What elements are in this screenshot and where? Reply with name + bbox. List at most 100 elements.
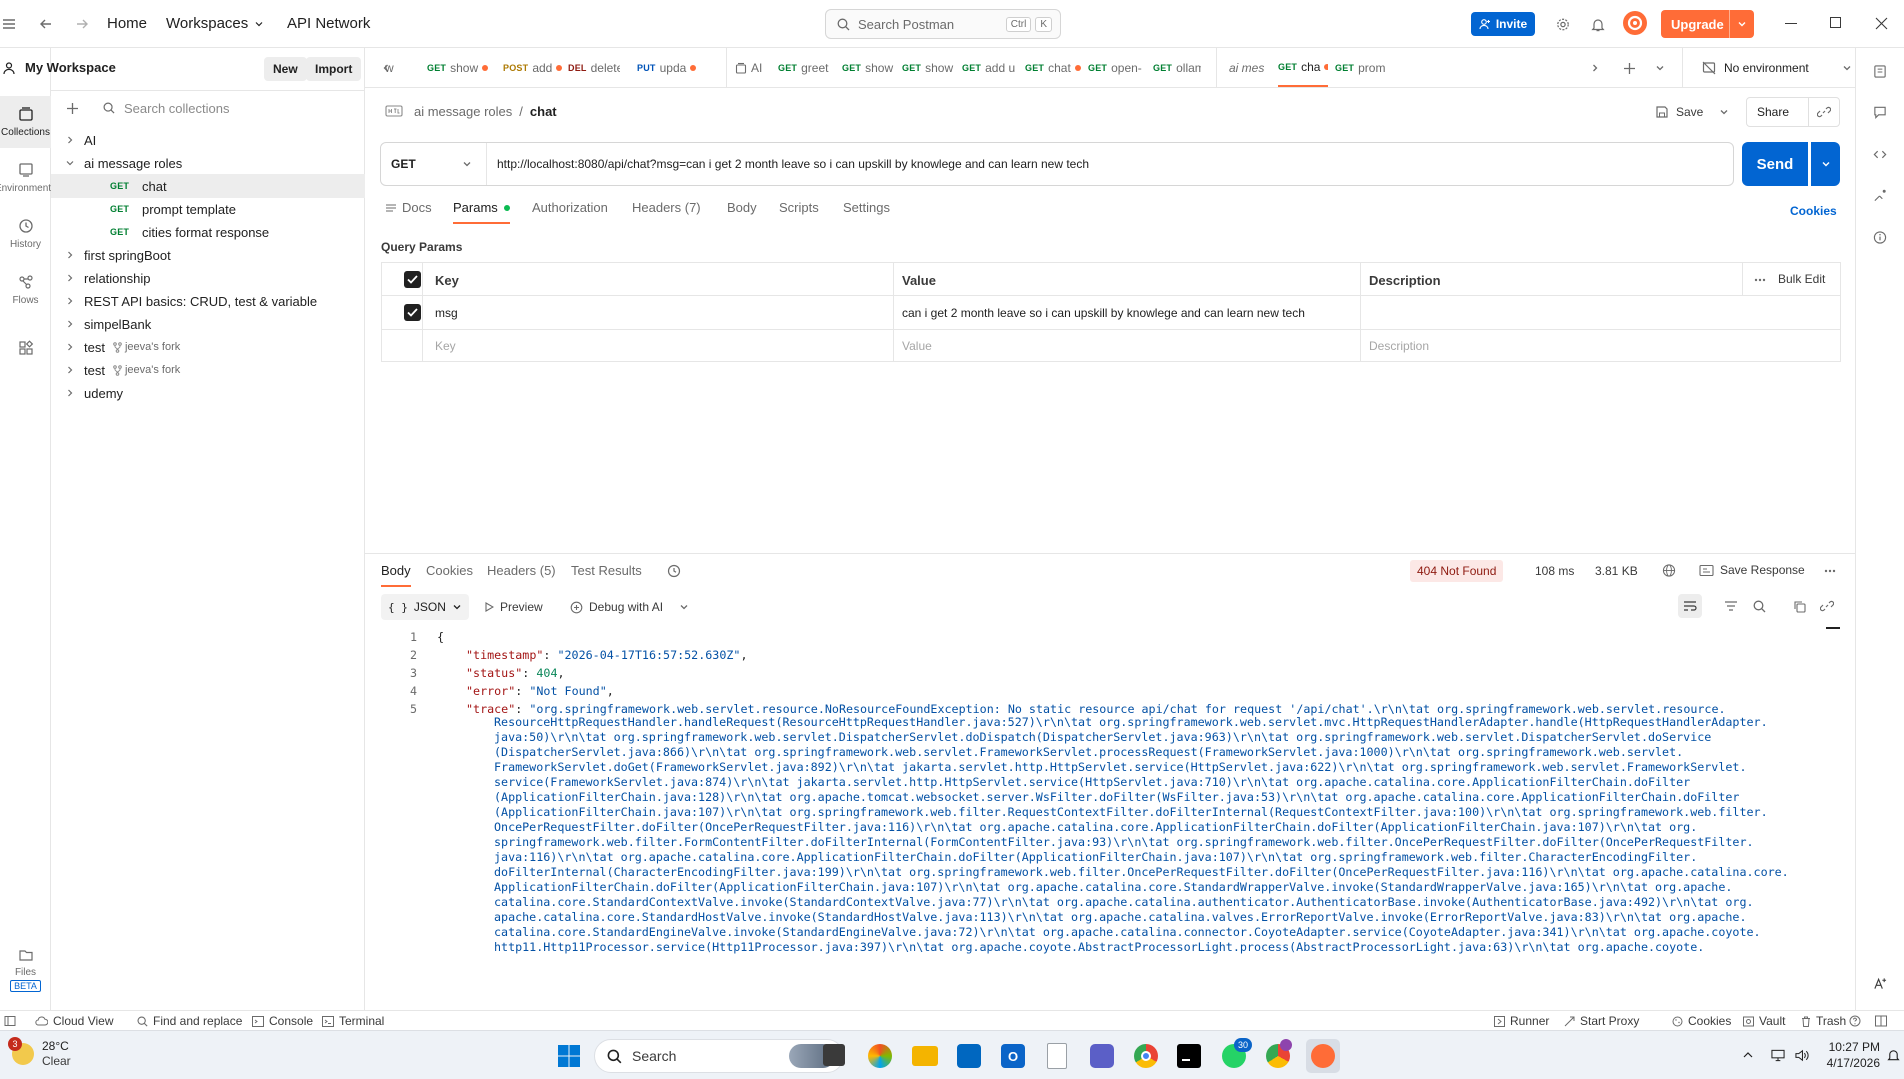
method-select[interactable]: GET [381, 143, 487, 185]
network-icon[interactable] [1771, 1048, 1785, 1062]
settings-gear-icon[interactable] [1556, 17, 1570, 31]
rail-configure-workbench[interactable] [0, 322, 51, 374]
weather-widget[interactable]: 3 28°C Clear [8, 1037, 71, 1069]
rail-history[interactable]: History [0, 208, 51, 260]
help-icon[interactable] [1848, 1014, 1862, 1028]
system-clock[interactable]: 10:27 PM 4/17/2026 [1820, 1039, 1880, 1071]
nav-home[interactable]: Home [107, 15, 147, 32]
cookies-link[interactable]: Cookies [1790, 204, 1837, 218]
request-chat[interactable]: GET chat [51, 174, 365, 198]
tab-body[interactable]: Body [727, 200, 757, 215]
ai-assistant-icon[interactable] [1873, 976, 1887, 990]
search-icon[interactable] [1752, 599, 1766, 613]
response-history-icon[interactable] [667, 564, 681, 578]
minimize-window-icon[interactable] [1785, 23, 1797, 24]
notification-bell-icon[interactable] [1591, 17, 1605, 31]
info-icon[interactable] [1873, 230, 1887, 244]
taskbar-search[interactable]: Search [594, 1039, 844, 1073]
collection-udemy[interactable]: udemy [51, 381, 365, 405]
send-options-button[interactable] [1811, 142, 1840, 186]
microsoft-store-icon[interactable] [957, 1044, 981, 1068]
bulk-edit-button[interactable]: Bulk Edit [1778, 272, 1825, 286]
trash-button[interactable]: Trash [1801, 1014, 1846, 1028]
tab-docs[interactable]: Docs [385, 200, 432, 215]
vault-button[interactable]: Vault [1743, 1014, 1785, 1028]
rail-environments[interactable]: Environments [0, 152, 51, 204]
request-tab[interactable]: PUT upda [637, 48, 705, 87]
response-tab-body[interactable]: Body [381, 563, 411, 587]
collection-relationship[interactable]: relationship [51, 266, 365, 290]
chevron-right-icon[interactable] [1588, 61, 1602, 75]
select-all-checkbox[interactable] [404, 271, 421, 288]
console-button[interactable]: Console [252, 1014, 313, 1028]
save-options-chevron-icon[interactable] [1717, 105, 1731, 119]
request-tab[interactable]: GET show [427, 48, 497, 87]
tab-headers[interactable]: Headers (7) [632, 200, 701, 215]
environment-selector[interactable]: No environment [1702, 48, 1852, 87]
postman-taskbar-active[interactable] [1306, 1039, 1340, 1073]
request-tab[interactable]: GET show [842, 48, 897, 87]
collection-ai[interactable]: AI [51, 128, 365, 152]
new-button[interactable]: New [264, 57, 307, 81]
more-options-icon[interactable] [1753, 273, 1767, 287]
maximize-window-icon[interactable] [1830, 17, 1841, 28]
tab-params[interactable]: Params [453, 200, 510, 224]
request-tab[interactable]: AI [726, 48, 764, 87]
find-replace-button[interactable]: Find and replace [137, 1014, 242, 1028]
filter-icon[interactable] [1724, 599, 1738, 613]
search-postman[interactable]: Search Postman Ctrl K [825, 9, 1061, 39]
tab-scripts[interactable]: Scripts [779, 200, 819, 215]
show-hidden-icons-chevron[interactable] [1741, 1048, 1755, 1062]
param-key[interactable]: msg [435, 306, 458, 320]
breadcrumb-parent[interactable]: ai message roles [414, 104, 512, 119]
response-tab-cookies[interactable]: Cookies [426, 563, 473, 578]
request-tab[interactable]: GET open- [1088, 48, 1143, 87]
request-prompt-template[interactable]: GET prompt template [51, 197, 365, 221]
notepad-icon[interactable] [1047, 1043, 1067, 1069]
tab-settings[interactable]: Settings [843, 200, 890, 215]
request-cities-format-response[interactable]: GET cities format response [51, 220, 365, 244]
collection-first-springboot[interactable]: first springBoot [51, 243, 365, 267]
workspace-name[interactable]: My Workspace [25, 60, 116, 75]
wrap-lines-icon[interactable] [1678, 594, 1702, 618]
preview-button[interactable]: Preview [484, 594, 543, 620]
collection-rest-api-basics[interactable]: REST API basics: CRUD, test & variable [51, 289, 365, 313]
debug-with-ai-button[interactable]: Debug with AI [570, 594, 689, 620]
file-explorer-icon[interactable] [912, 1046, 938, 1066]
request-tab[interactable]: GET ollam [1153, 48, 1201, 87]
request-tab[interactable]: w [385, 48, 403, 87]
whatsapp-icon[interactable]: 30 [1222, 1038, 1252, 1068]
add-collection-icon[interactable] [65, 101, 79, 115]
documentation-icon[interactable] [1873, 64, 1887, 78]
new-tab-icon[interactable] [1622, 61, 1636, 75]
request-tab[interactable]: POST add [503, 48, 564, 87]
new-param-key[interactable]: Key [435, 339, 456, 353]
nav-workspaces[interactable]: Workspaces [166, 15, 264, 32]
response-divider[interactable] [365, 553, 1855, 554]
url-input[interactable]: http://localhost:8080/api/chat?msg=can i… [497, 157, 1089, 171]
cookies-button[interactable]: Cookies [1672, 1014, 1731, 1028]
outlook-icon[interactable]: O [1001, 1044, 1025, 1068]
code-snippet-icon[interactable] [1873, 147, 1887, 161]
status-badge[interactable]: 404 Not Found [1410, 560, 1504, 582]
request-tab[interactable]: GET prom [1335, 48, 1389, 87]
start-proxy-button[interactable]: Start Proxy [1564, 1014, 1639, 1028]
save-response-button[interactable]: Save Response [1699, 563, 1805, 577]
save-button[interactable]: Save [1655, 100, 1703, 124]
more-options-icon[interactable] [1823, 564, 1837, 578]
import-button[interactable]: Import [306, 57, 362, 81]
task-view-icon[interactable] [823, 1044, 845, 1066]
tab-authorization[interactable]: Authorization [532, 200, 608, 215]
request-tab[interactable]: GET greet [778, 48, 836, 87]
related-changes-icon[interactable] [1873, 188, 1887, 202]
copy-icon[interactable] [1792, 599, 1806, 613]
response-size[interactable]: 3.81 KB [1595, 564, 1638, 578]
toggle-sidebar-icon[interactable] [3, 1014, 17, 1028]
chrome-profile-icon[interactable] [1266, 1039, 1292, 1068]
terminal-button[interactable]: Terminal [322, 1014, 384, 1028]
request-tab[interactable]: GET cha [1278, 48, 1328, 87]
comments-icon[interactable] [1873, 105, 1887, 119]
copy-link-icon[interactable] [1817, 105, 1831, 119]
new-param-value[interactable]: Value [902, 339, 932, 353]
intellij-idea-icon[interactable] [1177, 1044, 1201, 1068]
